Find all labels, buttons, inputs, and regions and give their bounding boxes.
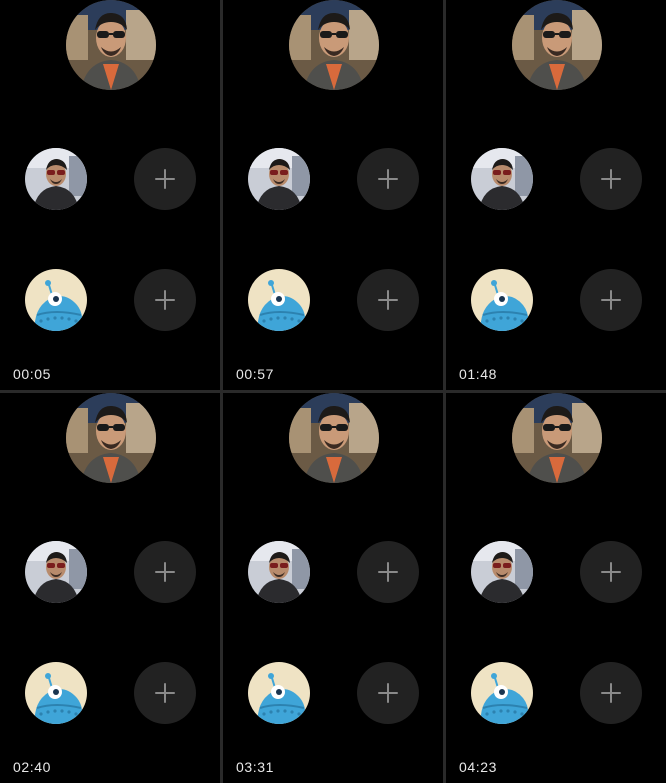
call-frame-panel-3: 01:48 (446, 0, 666, 390)
add-participant-button[interactable] (357, 541, 419, 603)
call-timer: 02:40 (13, 759, 52, 775)
plus-icon (601, 683, 621, 703)
participant-avatar[interactable] (248, 541, 310, 603)
add-participant-button[interactable] (357, 662, 419, 724)
monster-avatar[interactable] (471, 662, 533, 724)
call-frame-panel-1: 00:05 (0, 0, 220, 390)
call-frame-panel-4: 02:40 (0, 393, 220, 783)
plus-icon (155, 683, 175, 703)
monster-avatar[interactable] (248, 269, 310, 331)
plus-icon (601, 562, 621, 582)
main-participant-avatar[interactable] (289, 393, 379, 483)
plus-icon (378, 683, 398, 703)
main-participant-avatar[interactable] (512, 393, 602, 483)
participant-avatar[interactable] (248, 148, 310, 210)
monster-avatar[interactable] (248, 662, 310, 724)
add-participant-button[interactable] (134, 541, 196, 603)
call-frame-panel-6: 04:23 (446, 393, 666, 783)
participant-avatar[interactable] (471, 541, 533, 603)
call-timer: 00:57 (236, 366, 275, 382)
add-participant-button[interactable] (134, 269, 196, 331)
call-timer: 03:31 (236, 759, 275, 775)
main-participant-avatar[interactable] (289, 0, 379, 90)
monster-avatar[interactable] (25, 269, 87, 331)
main-participant-avatar[interactable] (66, 393, 156, 483)
participant-avatar[interactable] (25, 148, 87, 210)
plus-icon (155, 562, 175, 582)
add-participant-button[interactable] (580, 662, 642, 724)
add-participant-button[interactable] (580, 541, 642, 603)
call-timer: 01:48 (459, 366, 498, 382)
plus-icon (155, 290, 175, 310)
monster-avatar[interactable] (471, 269, 533, 331)
call-frame-panel-2: 00:57 (223, 0, 443, 390)
call-frame-panel-5: 03:31 (223, 393, 443, 783)
add-participant-button[interactable] (134, 662, 196, 724)
plus-icon (601, 290, 621, 310)
plus-icon (378, 290, 398, 310)
participant-avatar[interactable] (25, 541, 87, 603)
add-participant-button[interactable] (580, 269, 642, 331)
main-participant-avatar[interactable] (66, 0, 156, 90)
participant-avatar[interactable] (471, 148, 533, 210)
monster-avatar[interactable] (25, 662, 87, 724)
add-participant-button[interactable] (580, 148, 642, 210)
add-participant-button[interactable] (357, 148, 419, 210)
call-timer: 00:05 (13, 366, 52, 382)
main-participant-avatar[interactable] (512, 0, 602, 90)
plus-icon (155, 169, 175, 189)
add-participant-button[interactable] (134, 148, 196, 210)
plus-icon (601, 169, 621, 189)
plus-icon (378, 562, 398, 582)
video-frame-grid: 00:05 00:57 01:48 02:40 03:31 04:23 (0, 0, 666, 783)
call-timer: 04:23 (459, 759, 498, 775)
add-participant-button[interactable] (357, 269, 419, 331)
plus-icon (378, 169, 398, 189)
